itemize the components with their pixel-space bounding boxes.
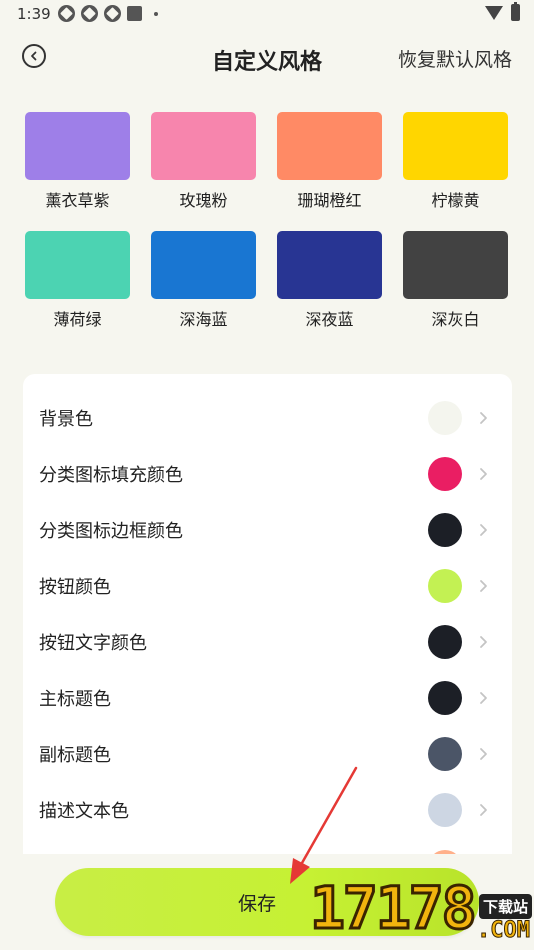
swatch-label: 玫瑰粉 [179, 191, 228, 210]
setting-label: 描述文本色 [39, 801, 129, 822]
app-notification-icon [104, 5, 121, 22]
color-preview-dot [428, 793, 462, 827]
watermark-suffix: .COM [477, 918, 531, 944]
swatch-color [151, 112, 256, 180]
preset-style-grid: 薰衣草紫 玫瑰粉 珊瑚橙红 柠檬黄 薄荷绿 深海蓝 深夜蓝 深灰白 [25, 112, 510, 329]
swatch-color [277, 231, 382, 299]
swatch-color [403, 112, 508, 180]
preset-swatch[interactable]: 深灰白 [403, 231, 508, 329]
swatch-color [25, 231, 130, 299]
watermark-digits: 17178 [309, 873, 479, 944]
color-preview-dot [428, 681, 462, 715]
battery-icon [511, 2, 520, 21]
color-preview-dot [428, 513, 462, 547]
swatch-label: 薄荷绿 [53, 310, 102, 329]
chevron-right-icon [480, 580, 487, 592]
swatch-color [25, 112, 130, 180]
list-top-padding [23, 374, 512, 390]
setting-row-background-color[interactable]: 背景色 [23, 390, 512, 446]
chevron-right-icon [480, 804, 487, 816]
color-preview-dot [428, 401, 462, 435]
chevron-right-icon [480, 748, 487, 760]
setting-row-category-icon-fill[interactable]: 分类图标填充颜色 [23, 446, 512, 502]
watermark-tag: 下载站 [478, 894, 532, 919]
preset-swatch[interactable]: 深海蓝 [151, 231, 256, 329]
setting-label: 分类图标边框颜色 [39, 521, 183, 542]
status-bar: 1:39 [0, 0, 534, 28]
setting-row-title-color[interactable]: 主标题色 [23, 670, 512, 726]
color-preview-dot [428, 457, 462, 491]
chevron-right-icon [480, 692, 487, 704]
color-preview-dot [428, 625, 462, 659]
swatch-label: 珊瑚橙红 [297, 191, 362, 210]
preset-swatch[interactable]: 薄荷绿 [25, 231, 130, 329]
setting-label: 按钮文字颜色 [39, 633, 147, 654]
square-notification-icon [127, 6, 142, 21]
setting-row-button-text-color[interactable]: 按钮文字颜色 [23, 614, 512, 670]
swatch-color [277, 112, 382, 180]
setting-label: 背景色 [39, 409, 93, 430]
more-notifications-dot-icon [154, 11, 158, 16]
app-notification-icon [58, 5, 75, 22]
chevron-right-icon [480, 412, 487, 424]
app-notification-icon [81, 5, 98, 22]
preset-swatch[interactable]: 珊瑚橙红 [277, 112, 382, 210]
swatch-color [151, 231, 256, 299]
reset-default-style-button[interactable]: 恢复默认风格 [398, 45, 512, 72]
chevron-left-icon [31, 51, 37, 61]
notification-icons [58, 5, 158, 22]
swatch-color [403, 231, 508, 299]
setting-row-category-icon-border[interactable]: 分类图标边框颜色 [23, 502, 512, 558]
site-watermark-logo: 17178 下载站 .COM [309, 872, 534, 950]
setting-label: 分类图标填充颜色 [39, 465, 183, 486]
swatch-label: 柠檬黄 [431, 191, 480, 210]
color-preview-dot [428, 569, 462, 603]
setting-row-description-text-color[interactable]: 描述文本色 [23, 782, 512, 838]
preset-swatch[interactable]: 深夜蓝 [277, 231, 382, 329]
partial-color-preview-dot [428, 850, 462, 854]
swatch-label: 深海蓝 [179, 310, 228, 329]
setting-label: 按钮颜色 [39, 577, 111, 598]
setting-label: 主标题色 [39, 689, 111, 710]
system-status-icons [485, 2, 520, 21]
setting-row-subtitle-color[interactable]: 副标题色 [23, 726, 512, 782]
chevron-right-icon [480, 636, 487, 648]
status-time: 1:39 [17, 5, 51, 23]
color-preview-dot [428, 737, 462, 771]
color-settings-list: 背景色 分类图标填充颜色 分类图标边框颜色 按钮颜色 按钮文字颜色 主标题色 副… [23, 374, 512, 854]
swatch-label: 薰衣草紫 [45, 191, 110, 210]
setting-row-button-color[interactable]: 按钮颜色 [23, 558, 512, 614]
preset-swatch[interactable]: 薰衣草紫 [25, 112, 130, 210]
chevron-right-icon [480, 468, 487, 480]
preset-swatch[interactable]: 玫瑰粉 [151, 112, 256, 210]
swatch-label: 深夜蓝 [305, 310, 354, 329]
preset-swatch[interactable]: 柠檬黄 [403, 112, 508, 210]
chevron-right-icon [480, 524, 487, 536]
save-button-label: 保存 [237, 892, 276, 915]
setting-label: 副标题色 [39, 745, 111, 766]
wifi-icon [485, 5, 503, 20]
swatch-label: 深灰白 [431, 310, 480, 329]
back-button[interactable] [22, 44, 46, 68]
